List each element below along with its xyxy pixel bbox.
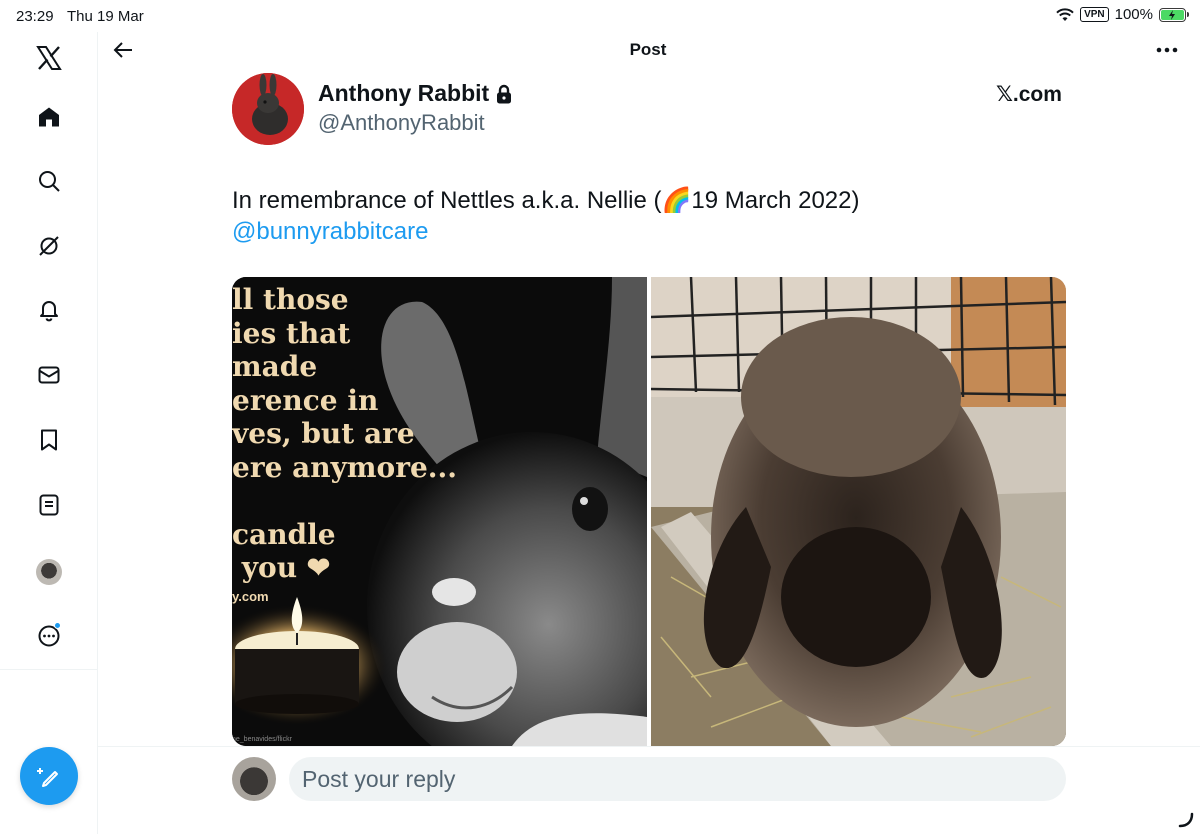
wifi-icon [1056, 7, 1074, 21]
bell-icon[interactable] [29, 290, 69, 330]
lists-icon[interactable] [29, 485, 69, 525]
sidebar [0, 32, 98, 834]
memorial-site: y.com [232, 589, 269, 604]
compose-button[interactable] [20, 747, 78, 805]
author-name[interactable]: Anthony Rabbit [318, 80, 513, 107]
home-icon[interactable] [29, 97, 69, 137]
post-media: ll those ies that made erence in ves, bu… [232, 277, 1066, 746]
author-avatar[interactable] [232, 73, 304, 145]
arrow-left-icon [113, 42, 132, 58]
sidebar-divider [0, 669, 98, 670]
more-options-button[interactable] [1150, 40, 1184, 60]
author-name-text: Anthony Rabbit [318, 80, 490, 106]
vpn-badge: VPN [1080, 7, 1109, 22]
status-bar: 23:29 Thu 19 Mar VPN 100% [0, 0, 1200, 32]
notification-dot [54, 622, 61, 629]
compose-feather-icon [37, 768, 58, 787]
lock-icon [497, 84, 512, 103]
battery-icon [1159, 7, 1189, 22]
media-image-left[interactable]: ll those ies that made erence in ves, bu… [232, 277, 647, 746]
page-title: Post [629, 40, 667, 59]
reply-input[interactable]: Post your reply [289, 757, 1066, 801]
author-handle[interactable]: @AnthonyRabbit [318, 110, 485, 136]
source-label: 𝕏.com [996, 83, 1062, 106]
status-date: Thu 19 Mar [67, 8, 144, 25]
more-circle-icon[interactable] [29, 616, 69, 656]
status-time: 23:29 [16, 8, 54, 25]
grok-icon[interactable] [29, 226, 69, 266]
mail-icon[interactable] [29, 355, 69, 395]
resize-handle-icon [1178, 812, 1194, 828]
mention-link[interactable]: @bunnyrabbitcare [232, 218, 428, 246]
x-logo-icon[interactable] [29, 38, 69, 78]
search-icon[interactable] [29, 161, 69, 201]
back-button[interactable] [110, 37, 136, 63]
media-image-right[interactable] [651, 277, 1066, 746]
battery-percent: 100% [1114, 6, 1153, 23]
ellipsis-icon [1156, 47, 1178, 53]
post-text: In remembrance of Nettles a.k.a. Nellie … [232, 187, 860, 214]
photo-credit: ne_benavides/flickr [232, 736, 292, 743]
bookmark-icon[interactable] [29, 420, 69, 460]
profile-avatar-icon[interactable] [29, 552, 69, 592]
reply-avatar [232, 757, 276, 801]
reply-divider [98, 746, 1200, 747]
status-indicators: VPN 100% [1056, 6, 1189, 23]
memorial-poem: ll those ies that made erence in ves, bu… [232, 283, 458, 584]
